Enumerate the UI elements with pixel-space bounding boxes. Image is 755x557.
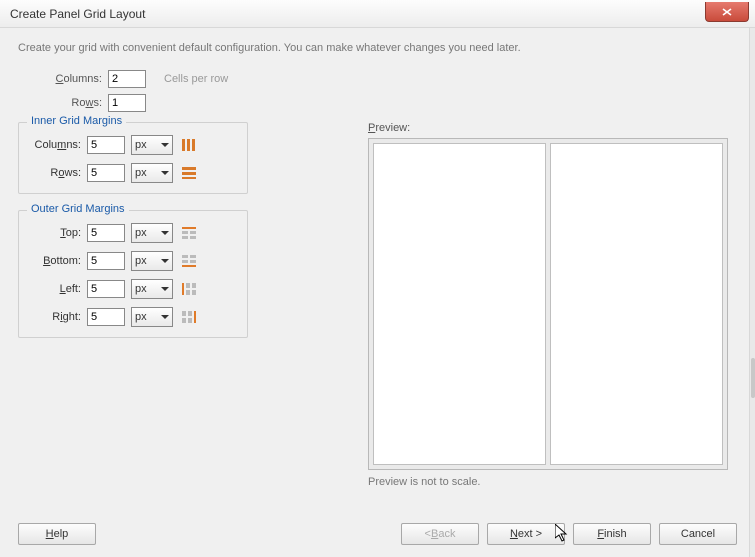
columns-margin-icon [181,138,197,152]
outer-bottom-unit-select[interactable]: px [131,251,173,271]
titlebar: Create Panel Grid Layout [0,0,755,28]
preview-box [368,138,728,470]
inner-columns-unit-select[interactable]: px [131,135,173,155]
margin-top-icon [181,226,197,240]
inner-margins-group: Inner Grid Margins Columns: px [18,122,248,194]
outer-right-input[interactable] [87,308,125,326]
inner-columns-input[interactable] [87,136,125,154]
outer-margins-group: Outer Grid Margins Top: px [18,210,248,338]
outer-bottom-input[interactable] [87,252,125,270]
close-button[interactable] [705,2,749,22]
close-icon [722,8,732,16]
finish-button[interactable]: Finish [573,523,651,545]
cancel-button[interactable]: Cancel [659,523,737,545]
outer-right-unit-select[interactable]: px [131,307,173,327]
window-title: Create Panel Grid Layout [10,7,145,21]
rows-input[interactable] [108,94,146,112]
inner-rows-unit-select[interactable]: px [131,163,173,183]
outer-margins-legend: Outer Grid Margins [27,203,129,215]
scrollbar-thumb[interactable] [751,358,755,398]
inner-columns-icon[interactable] [179,136,199,154]
columns-input[interactable] [108,70,146,88]
inner-rows-icon[interactable] [179,164,199,182]
preview-note: Preview is not to scale. [368,476,737,488]
outer-right-label: Right: [29,311,81,323]
margin-left-icon [181,282,197,296]
margin-right-icon [181,310,197,324]
back-button: < Back [401,523,479,545]
outer-right-icon[interactable] [179,308,199,326]
rows-margin-icon [181,166,197,180]
instruction-text: Create your grid with convenient default… [18,42,737,54]
outer-bottom-label: Bottom: [29,255,81,267]
scrollbar[interactable] [749,28,755,557]
inner-columns-label: Columns: [29,139,81,151]
columns-hint: Cells per row [164,73,228,85]
outer-top-icon[interactable] [179,224,199,242]
outer-top-input[interactable] [87,224,125,242]
outer-left-unit-select[interactable]: px [131,279,173,299]
outer-top-unit-select[interactable]: px [131,223,173,243]
preview-label: Preview: [368,122,737,134]
next-button[interactable]: Next > [487,523,565,545]
inner-margins-legend: Inner Grid Margins [27,115,126,127]
inner-rows-label: Rows: [29,167,81,179]
rows-label: Rows: [46,97,102,109]
inner-rows-input[interactable] [87,164,125,182]
button-bar: Help < Back Next > Finish Cancel [18,523,737,545]
columns-label: Columns: [46,73,102,85]
margin-bottom-icon [181,254,197,268]
help-button[interactable]: Help [18,523,96,545]
outer-left-input[interactable] [87,280,125,298]
outer-top-label: Top: [29,227,81,239]
outer-bottom-icon[interactable] [179,252,199,270]
preview-cell [373,143,546,465]
outer-left-icon[interactable] [179,280,199,298]
preview-cell [550,143,723,465]
outer-left-label: Left: [29,283,81,295]
